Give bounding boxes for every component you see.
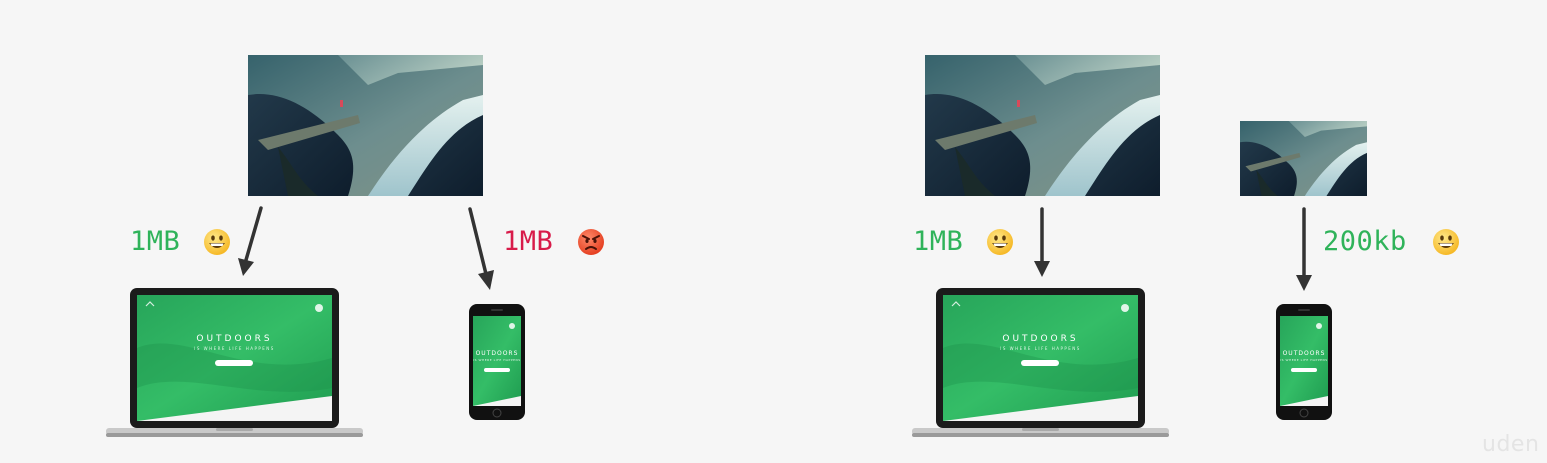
mobile-size-label: 1MB — [503, 226, 554, 257]
laptop-screen-tagline: IS WHERE LIFE HAPPENS — [194, 346, 275, 351]
watermark-logo: uden — [1482, 432, 1540, 457]
laptop-screen-headline: OUTDOORS — [1002, 334, 1079, 344]
phone-device — [469, 304, 525, 420]
phone-screen-cta — [1291, 368, 1317, 372]
phone-screen-headline: OUTDOORS — [1282, 350, 1326, 357]
grinning-face-icon — [204, 229, 230, 255]
arrow-to-desktop — [1034, 207, 1050, 277]
arrow-to-mobile — [1296, 207, 1312, 291]
phone-screen-tagline: IS WHERE LIFE HAPPENS — [473, 358, 521, 362]
laptop-screen-cta — [1021, 360, 1059, 366]
angry-face-icon — [578, 229, 604, 255]
phone-screen-headline: OUTDOORS — [475, 350, 519, 357]
phone-screen-cta — [484, 368, 510, 372]
landscape-photo-small — [1240, 121, 1367, 196]
grinning-face-icon — [987, 229, 1013, 255]
laptop-screen-tagline: IS WHERE LIFE HAPPENS — [1000, 346, 1081, 351]
mobile-size-label: 200kb — [1323, 226, 1407, 257]
laptop-screen-cta — [215, 360, 253, 366]
landscape-photo-large — [925, 55, 1160, 196]
phone-device — [1276, 304, 1332, 420]
diagram-canvas: 1MB 1MB OUTDOORS IS WHERE LIFE HAPPENS O… — [0, 0, 1547, 463]
arrow-to-desktop — [238, 206, 263, 276]
landscape-photo-large — [248, 55, 483, 196]
desktop-size-label: 1MB — [913, 226, 964, 257]
grinning-face-icon — [1433, 229, 1459, 255]
laptop-screen-headline: OUTDOORS — [196, 334, 273, 344]
phone-screen-tagline: IS WHERE LIFE HAPPENS — [1280, 358, 1328, 362]
desktop-size-label: 1MB — [130, 226, 181, 257]
arrow-to-mobile — [468, 207, 494, 290]
